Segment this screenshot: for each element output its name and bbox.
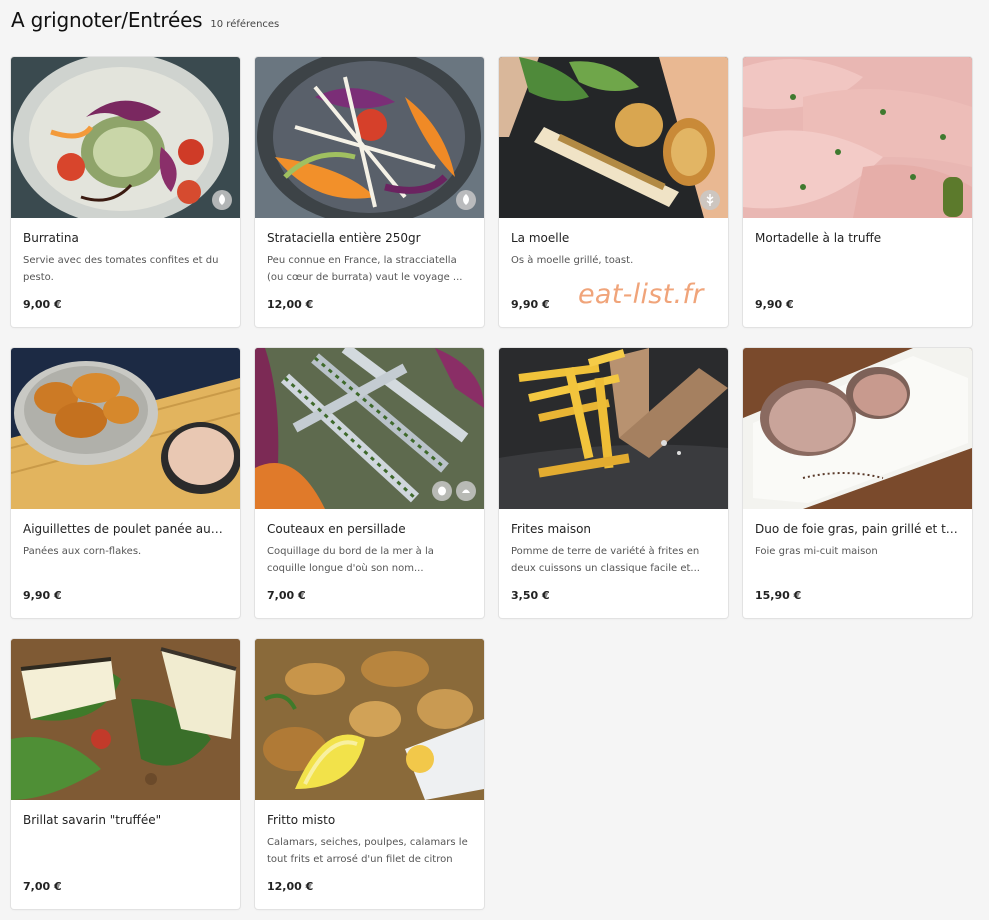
product-card-stracciatella[interactable]: Strataciella entière 250gr Peu connue en… (255, 57, 484, 327)
product-photo (743, 57, 972, 218)
product-photo (11, 348, 240, 509)
product-card-frites[interactable]: Frites maison Pomme de terre de variété … (499, 348, 728, 618)
vegetarian-icon (456, 190, 476, 210)
category-header: A grignoter/Entrées 10 références (11, 8, 279, 32)
vegetarian-icon (212, 190, 232, 210)
product-name: Duo de foie gras, pain grillé et tr... (755, 522, 960, 536)
shellfish-icon (432, 481, 452, 501)
product-name: Mortadelle à la truffe (755, 231, 882, 245)
product-name: Aiguillettes de poulet panée aux... (23, 522, 228, 536)
menu-category-page: A grignoter/Entrées 10 références Burrat… (0, 0, 989, 920)
product-photo (255, 639, 484, 800)
product-price: 12,00 € (267, 298, 314, 311)
product-price: 3,50 € (511, 589, 550, 602)
product-description: Panées aux corn-flakes. (23, 546, 142, 557)
product-card-mortadelle[interactable]: Mortadelle à la truffe 9,90 € (743, 57, 972, 327)
product-photo (11, 639, 240, 800)
product-card-la-moelle[interactable]: La moelle Os à moelle grillé, toast. 9,9… (499, 57, 728, 327)
product-price: 9,00 € (23, 298, 62, 311)
product-description: Servie avec des tomates confites et du p… (23, 255, 219, 283)
product-price: 9,90 € (511, 298, 550, 311)
product-photo (11, 57, 240, 218)
product-description: Calamars, seiches, poulpes, calamars le … (267, 837, 468, 865)
product-photo (499, 348, 728, 509)
seafood-icon (456, 481, 476, 501)
gluten-icon (700, 190, 720, 210)
product-description: Os à moelle grillé, toast. (511, 255, 634, 266)
product-photo (743, 348, 972, 509)
product-name: Strataciella entière 250gr (267, 231, 421, 245)
product-price: 7,00 € (267, 589, 306, 602)
product-description: Pomme de terre de variété à frites en de… (511, 546, 700, 574)
product-card-brillat-savarin[interactable]: Brillat savarin "truffée" 7,00 € (11, 639, 240, 909)
product-card-aiguillettes[interactable]: Aiguillettes de poulet panée aux... Pané… (11, 348, 240, 618)
product-name: Couteaux en persillade (267, 522, 406, 536)
product-price: 7,00 € (23, 880, 62, 893)
product-price: 9,90 € (23, 589, 62, 602)
product-name: Brillat savarin "truffée" (23, 813, 162, 827)
product-card-foie-gras[interactable]: Duo de foie gras, pain grillé et tr... F… (743, 348, 972, 618)
product-name: Fritto misto (267, 813, 336, 827)
category-title: A grignoter/Entrées (11, 8, 203, 32)
product-name: La moelle (511, 231, 570, 245)
product-name: Burratina (23, 231, 79, 245)
product-card-fritto-misto[interactable]: Fritto misto Calamars, seiches, poulpes,… (255, 639, 484, 909)
product-description: Foie gras mi-cuit maison (755, 546, 878, 557)
product-price: 15,90 € (755, 589, 802, 602)
product-photo (255, 348, 484, 509)
item-count: 10 références (210, 19, 280, 30)
product-name: Frites maison (511, 522, 592, 536)
product-card-couteaux[interactable]: Couteaux en persillade Coquillage du bor… (255, 348, 484, 618)
product-price: 9,90 € (755, 298, 794, 311)
product-price: 12,00 € (267, 880, 314, 893)
product-description: Coquillage du bord de la mer à la coquil… (267, 546, 434, 574)
product-photo (255, 57, 484, 218)
product-card-burratina[interactable]: Burratina Servie avec des tomates confit… (11, 57, 240, 327)
product-description: Peu connue en France, la stracciatella (… (267, 255, 463, 283)
product-photo (499, 57, 728, 218)
product-grid: Burratina Servie avec des tomates confit… (11, 57, 972, 909)
